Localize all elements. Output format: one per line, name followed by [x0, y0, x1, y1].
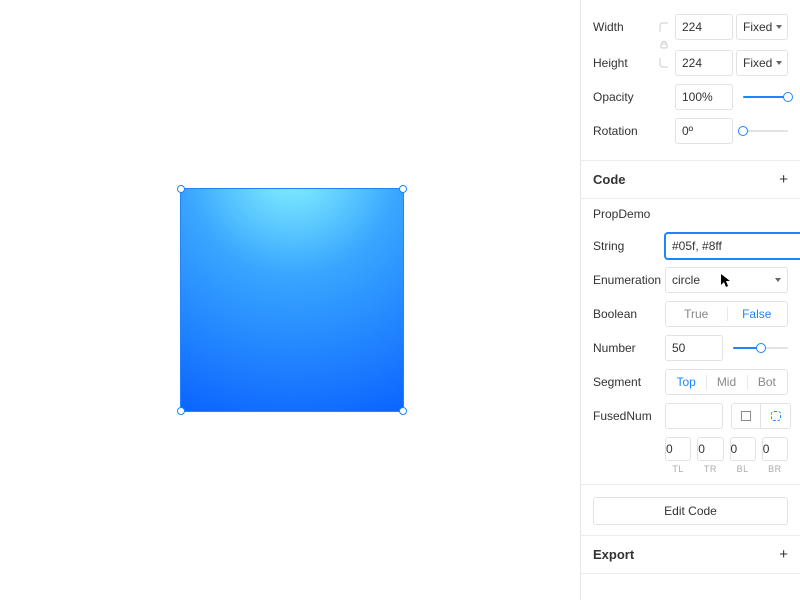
segment-option-bot[interactable]: Bot [747, 370, 787, 394]
code-header-label: Code [593, 172, 626, 187]
corner-bl-label: BL [730, 464, 756, 474]
bool-prop-toggle[interactable]: True False [665, 301, 788, 327]
selected-shape[interactable] [180, 188, 404, 412]
export-section-header: Export + [581, 535, 800, 574]
dimension-bracket-top-icon [659, 22, 669, 32]
rotation-input[interactable] [675, 118, 733, 144]
chevron-down-icon [776, 25, 782, 29]
width-constraint-select[interactable]: Fixed [736, 14, 788, 40]
square-icon [741, 411, 751, 421]
resize-handle-br[interactable] [399, 407, 407, 415]
enum-prop-select[interactable]: circle [665, 267, 788, 293]
opacity-input[interactable] [675, 84, 733, 110]
enum-prop-label: Enumeration [593, 273, 665, 287]
add-code-button[interactable]: + [779, 171, 788, 188]
string-prop-input[interactable] [665, 233, 800, 259]
height-label: Height [593, 56, 653, 70]
number-prop-input[interactable] [665, 335, 723, 361]
string-prop-label: String [593, 239, 665, 253]
corners-icon [771, 411, 781, 421]
resize-handle-tr[interactable] [399, 185, 407, 193]
corner-inputs: TL TR BL BR [665, 437, 788, 474]
resize-handle-tl[interactable] [177, 185, 185, 193]
opacity-slider[interactable] [743, 96, 788, 98]
segment-option-mid[interactable]: Mid [706, 370, 746, 394]
chevron-down-icon [775, 278, 781, 282]
height-input[interactable] [675, 50, 733, 76]
number-prop-slider[interactable] [733, 347, 788, 349]
corner-tl-input[interactable] [665, 437, 691, 461]
opacity-label: Opacity [593, 90, 675, 104]
inspector-panel: Width Fixed Height Fixed [580, 0, 800, 600]
chevron-down-icon [776, 61, 782, 65]
corner-br-input[interactable] [762, 437, 788, 461]
fused-prop-label: FusedNum [593, 409, 665, 423]
corner-bl-input[interactable] [730, 437, 756, 461]
enum-prop-value: circle [672, 273, 700, 287]
fused-prop-input[interactable] [665, 403, 723, 429]
rotation-label: Rotation [593, 124, 675, 138]
shape-fill [181, 189, 403, 411]
corner-tl-label: TL [665, 464, 691, 474]
export-header-label: Export [593, 547, 634, 562]
segment-prop-control[interactable]: Top Mid Bot [665, 369, 788, 395]
rotation-slider[interactable] [743, 130, 788, 132]
dimension-bracket-bottom-icon [659, 58, 669, 68]
width-label: Width [593, 20, 653, 34]
resize-handle-bl[interactable] [177, 407, 185, 415]
corner-tr-label: TR [697, 464, 723, 474]
bool-prop-label: Boolean [593, 307, 665, 321]
component-name: PropDemo [581, 199, 800, 225]
height-constraint-value: Fixed [743, 56, 772, 70]
width-constraint-value: Fixed [743, 20, 772, 34]
segment-prop-label: Segment [593, 375, 665, 389]
code-section-header: Code + [581, 161, 800, 199]
segment-option-top[interactable]: Top [666, 370, 706, 394]
corner-tr-input[interactable] [697, 437, 723, 461]
height-constraint-select[interactable]: Fixed [736, 50, 788, 76]
number-prop-label: Number [593, 341, 665, 355]
width-input[interactable] [675, 14, 733, 40]
bool-false-option[interactable]: False [727, 302, 788, 326]
add-export-button[interactable]: + [779, 546, 788, 563]
fused-mode-per-corner[interactable] [761, 403, 791, 429]
lock-icon [660, 41, 668, 49]
fused-mode-uniform[interactable] [731, 403, 761, 429]
edit-code-button[interactable]: Edit Code [593, 497, 788, 525]
canvas[interactable] [0, 0, 580, 600]
corner-br-label: BR [762, 464, 788, 474]
bool-true-option[interactable]: True [666, 302, 727, 326]
